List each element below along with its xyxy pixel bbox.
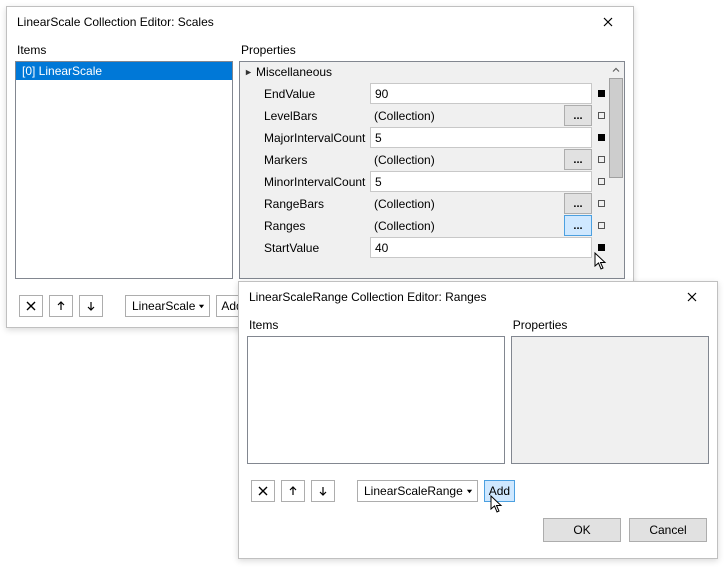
move-up-button[interactable] bbox=[49, 295, 73, 317]
scroll-up-button[interactable] bbox=[608, 62, 624, 78]
items-label: Items bbox=[247, 312, 505, 336]
close-icon bbox=[603, 17, 613, 27]
x-icon bbox=[26, 301, 36, 311]
add-button[interactable]: Add bbox=[484, 480, 515, 502]
cancel-button[interactable]: Cancel bbox=[629, 518, 707, 542]
properties-label: Properties bbox=[239, 37, 625, 61]
majorinterval-input[interactable]: 5 bbox=[370, 127, 592, 148]
dialog-title: LinearScale Collection Editor: Scales bbox=[17, 15, 214, 29]
rangebars-ellipsis-button[interactable]: ... bbox=[564, 193, 592, 214]
ranges-editor-dialog: LinearScaleRange Collection Editor: Rang… bbox=[238, 281, 718, 559]
delete-button[interactable] bbox=[19, 295, 43, 317]
move-up-button[interactable] bbox=[281, 480, 305, 502]
items-label: Items bbox=[15, 37, 233, 61]
items-listbox[interactable]: [0] LinearScale bbox=[15, 61, 233, 279]
dialog-title: LinearScaleRange Collection Editor: Rang… bbox=[249, 290, 486, 304]
scroll-thumb[interactable] bbox=[609, 78, 623, 178]
ok-button[interactable]: OK bbox=[543, 518, 621, 542]
list-item[interactable]: [0] LinearScale bbox=[16, 62, 232, 80]
prop-row-markers[interactable]: Markers (Collection) ... bbox=[240, 148, 608, 170]
close-icon bbox=[687, 292, 697, 302]
items-listbox[interactable] bbox=[247, 336, 505, 464]
titlebar: LinearScale Collection Editor: Scales bbox=[7, 7, 633, 37]
prop-row-startvalue[interactable]: StartValue 40 bbox=[240, 236, 608, 258]
properties-label: Properties bbox=[511, 312, 709, 336]
category-row[interactable]: Miscellaneous bbox=[240, 62, 608, 82]
prop-row-endvalue[interactable]: EndValue 90 bbox=[240, 82, 608, 104]
prop-row-majorinterval[interactable]: MajorIntervalCount 5 bbox=[240, 126, 608, 148]
chevron-down-icon bbox=[198, 303, 205, 310]
x-icon bbox=[258, 486, 268, 496]
arrow-up-icon bbox=[288, 486, 298, 496]
prop-row-minorinterval[interactable]: MinorIntervalCount 5 bbox=[240, 170, 608, 192]
properties-grid[interactable] bbox=[512, 337, 708, 463]
prop-row-rangebars[interactable]: RangeBars (Collection) ... bbox=[240, 192, 608, 214]
minorinterval-input[interactable]: 5 bbox=[370, 171, 592, 192]
expand-arrow-icon bbox=[240, 68, 256, 77]
prop-row-ranges[interactable]: Ranges (Collection) ... bbox=[240, 214, 608, 236]
chevron-down-icon bbox=[466, 488, 473, 495]
move-down-button[interactable] bbox=[79, 295, 103, 317]
endvalue-input[interactable]: 90 bbox=[370, 83, 592, 104]
levelbars-ellipsis-button[interactable]: ... bbox=[564, 105, 592, 126]
scales-editor-dialog: LinearScale Collection Editor: Scales It… bbox=[6, 6, 634, 328]
titlebar: LinearScaleRange Collection Editor: Rang… bbox=[239, 282, 717, 312]
properties-scrollbar[interactable] bbox=[608, 62, 624, 278]
close-button[interactable] bbox=[591, 11, 625, 33]
chevron-up-icon bbox=[612, 66, 620, 74]
ranges-ellipsis-button[interactable]: ... bbox=[564, 215, 592, 236]
move-down-button[interactable] bbox=[311, 480, 335, 502]
type-dropdown[interactable]: LinearScaleRange bbox=[357, 480, 478, 502]
startvalue-input[interactable]: 40 bbox=[370, 237, 592, 258]
markers-ellipsis-button[interactable]: ... bbox=[564, 149, 592, 170]
close-button[interactable] bbox=[675, 286, 709, 308]
delete-button[interactable] bbox=[251, 480, 275, 502]
type-dropdown[interactable]: LinearScale bbox=[125, 295, 210, 317]
prop-row-levelbars[interactable]: LevelBars (Collection) ... bbox=[240, 104, 608, 126]
arrow-down-icon bbox=[318, 486, 328, 496]
arrow-up-icon bbox=[56, 301, 66, 311]
arrow-down-icon bbox=[86, 301, 96, 311]
